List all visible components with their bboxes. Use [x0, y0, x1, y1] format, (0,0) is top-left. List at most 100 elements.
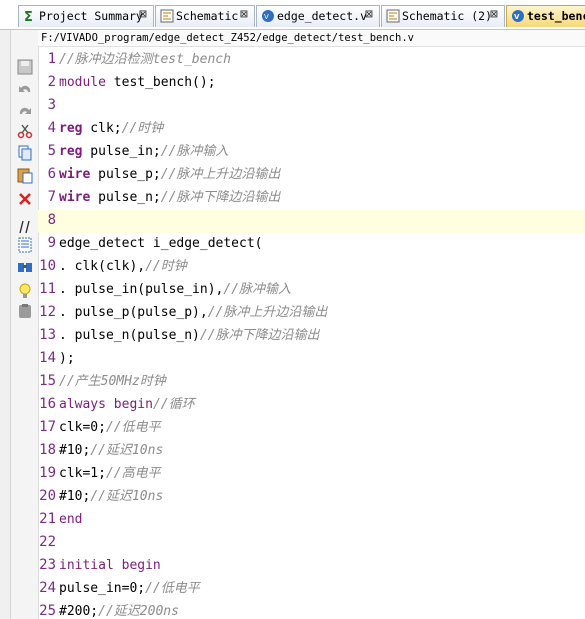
- close-icon[interactable]: ⊠: [365, 7, 373, 22]
- comment-icon[interactable]: [16, 218, 34, 236]
- schematic-icon: [160, 9, 174, 23]
- code-text[interactable]: always begin//循环: [59, 396, 195, 414]
- code-line[interactable]: 11. pulse_in(pulse_in),//脉冲输入: [38, 279, 585, 302]
- tab-4[interactable]: Vtest_bench: [506, 5, 585, 27]
- code-line[interactable]: 19 clk=1;//高电平: [38, 463, 585, 486]
- line-number: 6: [47, 166, 56, 182]
- code-line[interactable]: 5 reg pulse_in;//脉冲输入: [38, 141, 585, 164]
- clipboard-icon[interactable]: [16, 302, 34, 320]
- code-text[interactable]: #10;//延迟10ns: [59, 442, 163, 460]
- code-line[interactable]: 14);: [38, 348, 585, 371]
- save-icon[interactable]: [16, 58, 34, 76]
- code-line[interactable]: 7 wire pulse_n;//脉冲下降边沿输出: [38, 187, 585, 210]
- tab-label: Schematic: [176, 9, 239, 23]
- line-number: 12: [39, 304, 56, 320]
- tab-0[interactable]: Σ Project Summary ⊠: [18, 5, 154, 27]
- file-path-bar: F:/VIVADO_program/edge_detect_Z452/edge_…: [38, 30, 585, 47]
- code-line[interactable]: 16 always begin//循环: [38, 394, 585, 417]
- line-number: 11: [39, 281, 56, 297]
- code-line[interactable]: 15//产生50MHz时钟: [38, 371, 585, 394]
- code-text[interactable]: wire pulse_p;//脉冲上升边沿输出: [59, 166, 280, 184]
- tab-2[interactable]: Vedge_detect.v ⊠: [256, 5, 380, 27]
- code-line[interactable]: 23 initial begin: [38, 555, 585, 578]
- paste-icon[interactable]: [16, 166, 34, 184]
- close-icon[interactable]: ⊠: [490, 7, 498, 22]
- code-line[interactable]: 12. pulse_p(pulse_p),//脉冲上升边沿输出: [38, 302, 585, 325]
- left-collapse-strip[interactable]: [0, 30, 11, 619]
- tab-label: Schematic (2): [402, 9, 493, 23]
- code-line[interactable]: 20 #10;//延迟10ns: [38, 486, 585, 509]
- code-text[interactable]: #10;//延迟10ns: [59, 488, 163, 506]
- lightbulb-icon[interactable]: [16, 282, 34, 300]
- verilog-file-icon: V: [261, 9, 275, 23]
- code-text[interactable]: wire pulse_n;//脉冲下降边沿输出: [59, 189, 280, 207]
- code-text[interactable]: //产生50MHz时钟: [59, 373, 166, 391]
- code-text[interactable]: pulse_in=0;//低电平: [59, 580, 200, 598]
- code-line[interactable]: 13. pulse_n(pulse_n)//脉冲下降边沿输出: [38, 325, 585, 348]
- line-number: 24: [39, 580, 56, 596]
- code-text[interactable]: #200;//延迟200ns: [59, 603, 179, 619]
- code-text[interactable]: //脉冲边沿检测test_bench: [59, 51, 231, 69]
- code-line[interactable]: 9 edge_detect i_edge_detect(: [38, 233, 585, 256]
- editor-tab-bar: Σ Project Summary ⊠ Schematic ⊠ Vedge_detect.…: [0, 0, 585, 30]
- close-icon[interactable]: ⊠: [139, 7, 147, 22]
- code-text[interactable]: . clk(clk),//时钟: [59, 258, 187, 276]
- code-text[interactable]: edge_detect i_edge_detect(: [59, 235, 263, 253]
- tab-3[interactable]: Schematic (2) ⊠: [381, 5, 505, 27]
- code-text[interactable]: clk=0;//低电平: [59, 419, 161, 437]
- delete-icon[interactable]: [16, 190, 34, 208]
- code-line[interactable]: 1//脉冲边沿检测test_bench: [38, 49, 585, 72]
- line-number: 15: [39, 373, 56, 389]
- line-number: 20: [39, 488, 56, 504]
- tab-label: Project Summary: [39, 9, 143, 23]
- line-number: 21: [39, 511, 56, 527]
- line-number: 25: [39, 603, 56, 619]
- find-icon[interactable]: [16, 258, 34, 276]
- code-line[interactable]: 10. clk(clk),//时钟: [38, 256, 585, 279]
- line-number: 3: [47, 97, 56, 113]
- code-text[interactable]: . pulse_p(pulse_p),//脉冲上升边沿输出: [59, 304, 327, 322]
- code-text[interactable]: clk=1;//高电平: [59, 465, 161, 483]
- svg-text:V: V: [514, 13, 520, 21]
- code-line[interactable]: 3: [38, 95, 585, 118]
- code-text[interactable]: module test_bench();: [59, 74, 216, 92]
- code-editor[interactable]: 1//脉冲边沿检测test_bench 2 module test_bench();…: [38, 48, 585, 619]
- code-line[interactable]: 22: [38, 532, 585, 555]
- redo-icon[interactable]: [16, 102, 34, 120]
- code-text[interactable]: . pulse_in(pulse_in),//脉冲输入: [59, 281, 291, 299]
- code-text[interactable]: . pulse_n(pulse_n)//脉冲下降边沿输出: [59, 327, 320, 345]
- code-line[interactable]: 24 pulse_in=0;//低电平: [38, 578, 585, 601]
- code-line[interactable]: 6 wire pulse_p;//脉冲上升边沿输出: [38, 164, 585, 187]
- cut-icon[interactable]: [16, 122, 34, 140]
- copy-icon[interactable]: [16, 144, 34, 162]
- line-number: 1: [47, 51, 56, 67]
- code-text[interactable]: end: [59, 511, 82, 529]
- line-number: 9: [47, 235, 56, 251]
- line-number: 23: [39, 557, 56, 573]
- verilog-file-icon: V: [511, 9, 525, 23]
- close-icon[interactable]: ⊠: [240, 7, 248, 22]
- code-line[interactable]: 4 reg clk;//时钟: [38, 118, 585, 141]
- editor-toolbar: [11, 30, 39, 619]
- code-line[interactable]: 21 end: [38, 509, 585, 532]
- svg-text:Σ: Σ: [24, 10, 33, 23]
- line-number: 2: [47, 74, 56, 90]
- code-text[interactable]: );: [59, 350, 75, 368]
- line-number: 22: [39, 534, 56, 550]
- select-all-icon[interactable]: [16, 236, 34, 254]
- code-text[interactable]: initial begin: [59, 557, 161, 575]
- line-number: 17: [39, 419, 56, 435]
- code-line[interactable]: 2 module test_bench();: [38, 72, 585, 95]
- undo-icon[interactable]: [16, 80, 34, 98]
- code-line[interactable]: 17 clk=0;//低电平: [38, 417, 585, 440]
- line-number: 16: [39, 396, 56, 412]
- sigma-icon: Σ: [23, 9, 37, 25]
- code-line[interactable]: 8: [38, 210, 585, 233]
- svg-text:V: V: [264, 13, 269, 21]
- code-line[interactable]: 18 #10;//延迟10ns: [38, 440, 585, 463]
- code-line[interactable]: 25 #200;//延迟200ns: [38, 601, 585, 619]
- code-text[interactable]: reg pulse_in;//脉冲输入: [59, 143, 228, 161]
- tab-1[interactable]: Schematic ⊠: [155, 5, 255, 27]
- code-text[interactable]: reg clk;//时钟: [59, 120, 163, 138]
- line-number: 7: [47, 189, 56, 205]
